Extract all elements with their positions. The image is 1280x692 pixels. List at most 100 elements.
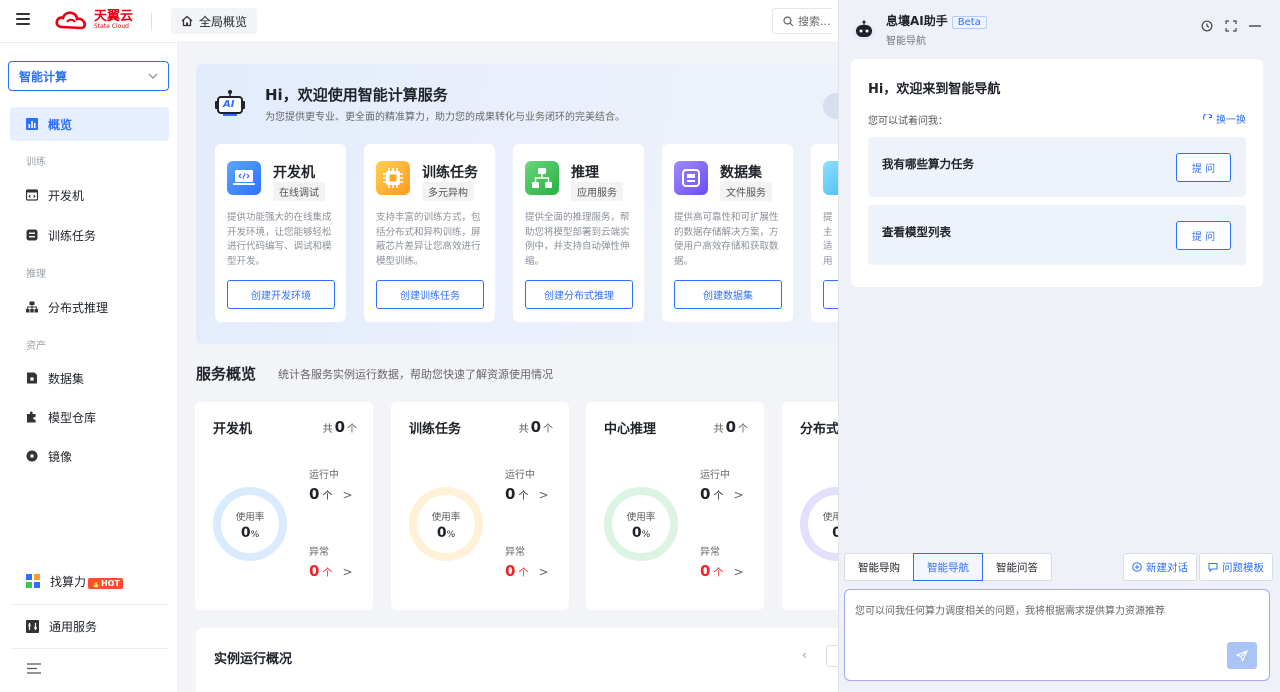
sidebar-item-model-repo[interactable]: 模型仓库 [10, 400, 169, 434]
minimize-icon[interactable] [1249, 25, 1261, 27]
question-template-button[interactable]: 问题模板 [1199, 553, 1273, 581]
collapse-sidebar-icon[interactable] [27, 663, 41, 674]
chevron-right-icon: > [342, 488, 353, 502]
abnormal-label: 异常 [700, 547, 720, 558]
abnormal-label: 异常 [309, 547, 329, 558]
usage-label: 使用率 [431, 512, 461, 523]
stat-card-title: 分布式 [800, 422, 838, 437]
sidebar-item-label: 分布式推理 [48, 300, 109, 315]
stat-total: 共0个 [714, 418, 748, 436]
sidebar-item-label: 训练任务 [48, 228, 97, 243]
usage-label: 使用率 [235, 512, 265, 523]
swap-label: 换一换 [1216, 115, 1246, 126]
logo[interactable]: 天翼云 State Cloud [54, 9, 133, 31]
usage-ring: 使用率 0% [604, 487, 678, 561]
sidebar-item-train-task[interactable]: 训练任务 [10, 218, 169, 252]
fullscreen-icon[interactable] [1225, 20, 1237, 32]
refresh-icon [1202, 113, 1212, 120]
running-value[interactable]: 0 个 > [700, 485, 744, 503]
usage-value: 0 [808, 525, 838, 541]
search-input[interactable]: 搜索... [772, 8, 832, 34]
card-description: 支持丰富的训练方式，包括分布式和异构训练，屏蔽芯片差异让您高效进行模型训练。 [376, 212, 481, 267]
sidebar-item-common-service[interactable]: 通用服务 [10, 609, 169, 643]
card-partial-button[interactable] [823, 280, 838, 309]
home-tab-label: 全局概览 [199, 14, 248, 29]
sidebar-item-label: 镜像 [48, 449, 73, 464]
search-placeholder: 搜索... [798, 15, 831, 28]
ask-button[interactable]: 提 问 [1176, 221, 1231, 250]
create-dist-infer-button[interactable]: 创建分布式推理 [525, 280, 633, 309]
tab-global-overview[interactable]: 全局概览 [171, 8, 258, 34]
question-item[interactable]: 我有哪些算力任务 提 问 [868, 137, 1246, 197]
tab-smart-shopping[interactable]: 智能导购 [844, 553, 914, 581]
stat-total: 共0个 [323, 418, 357, 436]
chart-icon [26, 118, 38, 130]
nav-group-train: 训练 [26, 157, 46, 168]
sidebar: 智能计算 概览 训练 开发机 训练任务 推理 分布式推理 资产 数据集 模型仓库… [0, 43, 178, 692]
abnormal-value[interactable]: 0 个 > [700, 562, 744, 580]
running-value[interactable]: 0 个 > [505, 485, 549, 503]
section-title: 服务概览 [196, 365, 257, 383]
storage-icon [674, 161, 708, 195]
chevron-right-icon: > [733, 488, 744, 502]
usage-percent: % [641, 530, 651, 540]
abnormal-unit: 个 [322, 568, 333, 579]
welcome-hint: 您可以试着问我： [868, 116, 948, 127]
running-number: 0 [700, 485, 711, 503]
section-subtitle: 统计各服务实例运行数据，帮助您快速了解资源使用情况 [278, 368, 553, 381]
total-prefix: 共 [713, 424, 724, 435]
logo-en-text: State Cloud [94, 23, 129, 30]
abnormal-value[interactable]: 0 个 > [309, 562, 353, 580]
history-icon[interactable] [1201, 20, 1213, 32]
ai-assistant-panel: 息壤AI助手 Beta 智能导航 Hi，欢迎来到智能导航 您可以试着问我： 换一换… [838, 0, 1280, 692]
product-select[interactable]: 智能计算 [8, 61, 169, 91]
usage-number: 0 [631, 525, 642, 541]
create-train-task-button[interactable]: 创建训练任务 [376, 280, 484, 309]
send-button[interactable] [1227, 642, 1257, 669]
instance-overview-card: 实例运行概况 ‹ [196, 628, 838, 692]
usage-value: 0% [417, 525, 475, 541]
sidebar-item-devbox[interactable]: 开发机 [10, 178, 169, 212]
card-inference: 推理 应用服务 提供全面的推理服务，帮助您将模型部署到云端实例中，并支持自动弹性… [513, 144, 644, 322]
sidebar-item-overview[interactable]: 概览 [10, 107, 169, 141]
sidebar-item-dataset[interactable]: 数据集 [10, 361, 169, 395]
question-item[interactable]: 查看模型列表 提 问 [868, 205, 1246, 265]
network-icon [525, 161, 559, 195]
tab-smart-qa[interactable]: 智能问答 [982, 553, 1052, 581]
chat-input[interactable] [855, 602, 1255, 642]
question-text: 查看模型列表 [882, 225, 951, 239]
abnormal-value[interactable]: 0 个 > [505, 562, 549, 580]
hero-title: Hi，欢迎使用智能计算服务 [265, 86, 448, 104]
usage-label: 使用率 [626, 512, 656, 523]
swap-button[interactable]: 换一换 [1202, 111, 1246, 126]
create-dataset-button[interactable]: 创建数据集 [674, 280, 782, 309]
chevron-left-icon[interactable]: ‹ [802, 648, 807, 662]
card-tag: 在线调试 [273, 182, 325, 201]
tab-smart-navigation[interactable]: 智能导航 [913, 553, 983, 581]
pager-box[interactable] [826, 645, 838, 667]
usage-label: 使用率 [822, 512, 838, 523]
abnormal-number: 0 [700, 562, 711, 580]
menu-icon[interactable] [16, 13, 30, 25]
assistant-title-text: 息壤AI助手 [886, 14, 948, 28]
assistant-mode-tabs: 智能导购 智能导航 智能问答 [844, 553, 1052, 581]
new-chat-button[interactable]: 新建对话 [1123, 553, 1197, 581]
usage-ring: 使用率 0 [800, 487, 838, 561]
laptop-code-icon [227, 161, 261, 195]
sidebar-item-image[interactable]: 镜像 [10, 439, 169, 473]
new-chat-label: 新建对话 [1146, 561, 1188, 574]
divider [10, 604, 169, 605]
create-devbox-button[interactable]: 创建开发环境 [227, 280, 335, 309]
running-unit: 个 [518, 491, 529, 502]
hot-badge: 🔥HOT [88, 577, 123, 589]
chevron-right-icon: > [538, 488, 549, 502]
ask-button[interactable]: 提 问 [1176, 153, 1231, 182]
sidebar-item-dist-infer[interactable]: 分布式推理 [10, 290, 169, 324]
disc-icon [26, 450, 38, 462]
product-select-value: 智能计算 [19, 69, 68, 84]
running-label: 运行中 [505, 470, 535, 481]
running-value[interactable]: 0 个 > [309, 485, 353, 503]
sidebar-item-find-power[interactable]: 找算力 🔥HOT [10, 564, 169, 598]
nav-group-infer: 推理 [26, 269, 46, 280]
usage-ring: 使用率 0% [409, 487, 483, 561]
